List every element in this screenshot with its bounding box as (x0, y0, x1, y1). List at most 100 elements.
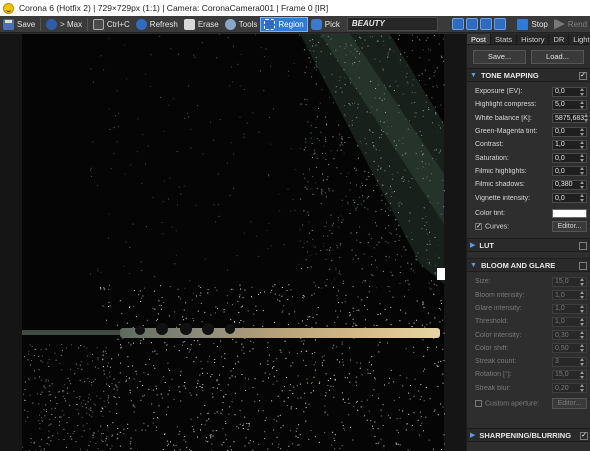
render-noise-speckle (38, 369, 40, 371)
bloom-enable-checkbox[interactable] (579, 262, 587, 271)
render-noise-speckle (97, 184, 99, 186)
bloom-glare-spinner[interactable]: 3 (552, 356, 587, 367)
bloom-glare-spinner[interactable]: 15,0 (552, 276, 587, 287)
spinner-arrows-icon[interactable] (580, 180, 585, 189)
spinner-arrows-icon[interactable] (580, 194, 585, 203)
pick-button[interactable]: Pick (308, 17, 343, 32)
tone-mapping-spinner[interactable]: 0,0 (552, 193, 587, 204)
spinner-arrows-icon[interactable] (580, 370, 585, 379)
tone-mapping-spinner[interactable]: 1,0 (552, 139, 587, 150)
zoom-reset-icon[interactable] (494, 18, 507, 30)
load-preset-button[interactable]: Load... (531, 50, 584, 64)
tab-post[interactable]: Post (467, 34, 492, 44)
render-noise-speckle (242, 297, 244, 299)
render-noise-speckle (66, 446, 67, 448)
render-noise-speckle (319, 102, 321, 104)
tone-mapping-spinner[interactable]: 0,380 (552, 179, 587, 190)
sharpening-enable-checkbox[interactable]: ✓ (580, 432, 588, 440)
to-max-button[interactable]: > Max (43, 17, 85, 32)
bloom-glare-spinner[interactable]: 15,0 (552, 369, 587, 380)
render-noise-speckle (438, 43, 440, 45)
tone-mapping-spinner[interactable]: 0,0 (552, 126, 587, 137)
spinner-arrows-icon[interactable] (584, 114, 589, 123)
spinner-arrows-icon[interactable] (580, 317, 585, 326)
render-noise-speckle (389, 377, 390, 379)
bloom-glare-spinner[interactable]: 0,20 (552, 383, 587, 394)
bloom-glare-spinner[interactable]: 1,0 (552, 316, 587, 327)
region-button[interactable]: Region (260, 16, 308, 32)
zoom-out-icon[interactable] (466, 18, 479, 30)
spinner-arrows-icon[interactable] (580, 304, 585, 313)
spinner-arrows-icon[interactable] (580, 384, 585, 393)
spinner-arrows-icon[interactable] (580, 331, 585, 340)
erase-button[interactable]: Erase (181, 17, 222, 32)
render-noise-speckle (334, 378, 336, 380)
tone-mapping-spinner[interactable]: 0,0 (552, 86, 587, 97)
spinner-arrows-icon[interactable] (580, 140, 585, 149)
tone-mapping-spinner[interactable]: 0,0 (552, 153, 587, 164)
render-noise-speckle (271, 400, 273, 402)
render-noise-speckle (153, 411, 155, 413)
zoom-in-icon[interactable] (452, 18, 465, 30)
render-noise-speckle (226, 269, 228, 271)
render-noise-speckle (30, 442, 32, 443)
render-element-select[interactable]: BEAUTY (346, 17, 439, 31)
render-noise-speckle (280, 351, 282, 353)
spinner-arrows-icon[interactable] (580, 87, 585, 96)
render-noise-speckle (380, 415, 382, 417)
render-noise-speckle (117, 338, 119, 340)
refresh-button[interactable]: Refresh (133, 17, 181, 32)
color-tint-swatch[interactable] (552, 208, 587, 218)
bloom-glare-spinner[interactable]: 1,0 (552, 290, 587, 301)
spinner-arrows-icon[interactable] (580, 344, 585, 353)
tone-mapping-spinner[interactable]: 0,0 (552, 166, 587, 177)
tone-mapping-spinner[interactable]: 5,0 (552, 99, 587, 110)
bloom-glare-spinner[interactable]: 0,30 (552, 330, 587, 341)
render-noise-speckle (168, 390, 170, 391)
bloom-glare-spinner[interactable]: 0,50 (552, 343, 587, 354)
render-noise-speckle (77, 425, 79, 427)
curves-checkbox[interactable]: ✓ (475, 222, 482, 230)
tab-dr[interactable]: DR (549, 34, 570, 44)
tone-mapping-enable-checkbox[interactable]: ✓ (579, 72, 587, 80)
render-noise-speckle (156, 394, 158, 396)
lut-enable-checkbox[interactable] (579, 242, 587, 251)
save-preset-button[interactable]: Save... (473, 50, 526, 64)
spinner-arrows-icon[interactable] (580, 167, 585, 176)
spinner-arrows-icon[interactable] (580, 277, 585, 286)
zoom-fit-icon[interactable] (480, 18, 493, 30)
section-bloom-glare[interactable]: ▼ BLOOM AND GLARE (467, 258, 590, 273)
tone-mapping-spinner[interactable]: 5875,683 (552, 113, 589, 124)
render-noise-speckle (168, 315, 170, 317)
tab-history[interactable]: History (517, 34, 550, 44)
render-noise-speckle (243, 423, 244, 425)
copy-button[interactable]: Ctrl+C (90, 17, 133, 32)
section-sharpening[interactable]: ▶ SHARPENING/BLURRING ✓ (467, 428, 590, 442)
render-noise-speckle (314, 247, 316, 249)
spinner-arrows-icon[interactable] (580, 154, 585, 163)
render-noise-speckle (333, 223, 334, 225)
render-noise-speckle (390, 324, 392, 326)
render-noise-speckle (321, 193, 323, 195)
stop-button[interactable]: Stop (514, 17, 550, 32)
spinner-arrows-icon[interactable] (580, 291, 585, 300)
aperture-editor-button[interactable]: Editor... (552, 398, 587, 410)
curves-editor-button[interactable]: Editor... (552, 221, 587, 233)
render-button[interactable]: Rend (551, 17, 590, 32)
tab-lightmix[interactable]: LightM (569, 34, 590, 44)
bloom-glare-spinner[interactable]: 1,0 (552, 303, 587, 314)
spinner-arrows-icon[interactable] (580, 100, 585, 109)
section-tone-mapping[interactable]: ▼ TONE MAPPING ✓ (467, 68, 590, 82)
render-noise-speckle (200, 413, 202, 415)
render-noise-speckle (115, 384, 117, 386)
tools-button[interactable]: Tools (222, 17, 261, 32)
spinner-arrows-icon[interactable] (580, 127, 585, 136)
section-lut[interactable]: ▶ LUT (467, 238, 590, 253)
custom-aperture-checkbox[interactable] (475, 399, 482, 407)
save-button[interactable]: Save (0, 17, 38, 32)
render-viewport[interactable] (0, 34, 466, 451)
render-noise-speckle (280, 427, 282, 429)
spinner-arrows-icon[interactable] (580, 357, 585, 366)
render-noise-speckle (248, 423, 250, 424)
tab-stats[interactable]: Stats (491, 34, 518, 44)
